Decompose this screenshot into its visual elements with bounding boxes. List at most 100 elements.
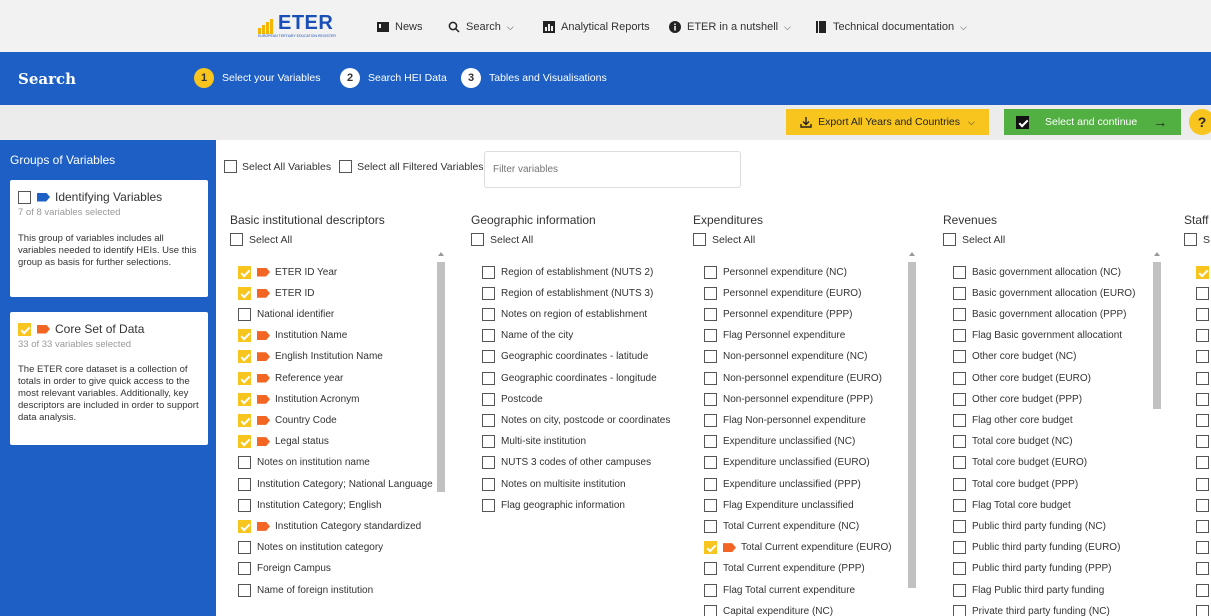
variable-item[interactable]: Expenditure unclassified (EURO) [704, 456, 870, 470]
variable-item[interactable]: Multi-site institution [482, 435, 586, 449]
variable-item[interactable]: Non-personnel expenditure (PPP) [704, 392, 873, 406]
variable-item[interactable]: Region of establishment (NUTS 3) [482, 286, 653, 300]
variable-checkbox[interactable] [704, 265, 717, 279]
variable-checkbox[interactable] [238, 477, 251, 491]
variable-item[interactable] [1196, 329, 1211, 343]
variable-item[interactable]: Notes on region of establishment [482, 307, 647, 321]
variable-item[interactable]: Flag Basic government allocationt [953, 329, 1122, 343]
variable-item[interactable]: Total Current expenditure (PPP) [704, 562, 865, 576]
variable-checkbox[interactable] [238, 371, 251, 385]
variable-checkbox[interactable] [1196, 604, 1209, 616]
variable-item[interactable]: Other core budget (NC) [953, 350, 1077, 364]
variable-item[interactable]: Institution Name [238, 329, 347, 343]
variable-checkbox[interactable] [482, 286, 495, 300]
variable-item[interactable]: Personnel expenditure (NC) [704, 265, 847, 279]
variable-item[interactable] [1196, 265, 1211, 279]
variable-item[interactable]: Notes on institution category [238, 541, 383, 555]
variable-checkbox[interactable] [704, 477, 717, 491]
eter-logo[interactable]: ETER EUROPEAN TERTIARY EDUCATION REGISTE… [258, 12, 336, 40]
variable-checkbox[interactable] [704, 350, 717, 364]
variable-checkbox[interactable] [238, 583, 251, 597]
select-all-checkbox[interactable] [693, 233, 706, 246]
variable-item[interactable] [1196, 562, 1211, 576]
step-select-variables[interactable]: 1 Select your Variables [194, 68, 320, 88]
variable-checkbox[interactable] [1196, 265, 1209, 279]
variable-item[interactable]: Flag Total current expenditure [704, 583, 855, 597]
variable-item[interactable] [1196, 307, 1211, 321]
variable-item[interactable]: Legal status [238, 435, 329, 449]
variable-checkbox[interactable] [704, 307, 717, 321]
variable-item[interactable] [1196, 413, 1211, 427]
variable-item[interactable]: Non-personnel expenditure (NC) [704, 350, 868, 364]
variable-checkbox[interactable] [238, 350, 251, 364]
scroll-up-icon[interactable] [909, 252, 915, 256]
variable-checkbox[interactable] [1196, 519, 1209, 533]
variable-item[interactable]: Flag Expenditure unclassified [704, 498, 854, 512]
variable-checkbox[interactable] [953, 371, 966, 385]
variable-checkbox[interactable] [953, 562, 966, 576]
variable-checkbox[interactable] [482, 350, 495, 364]
variable-checkbox[interactable] [704, 371, 717, 385]
variable-checkbox[interactable] [953, 286, 966, 300]
variable-checkbox[interactable] [953, 519, 966, 533]
variable-item[interactable]: Institution Category standardized [238, 519, 421, 533]
variable-item[interactable]: Personnel expenditure (EURO) [704, 286, 861, 300]
variable-item[interactable]: Flag geographic information [482, 498, 625, 512]
variable-checkbox[interactable] [482, 477, 495, 491]
variable-checkbox[interactable] [953, 583, 966, 597]
variable-checkbox[interactable] [1196, 498, 1209, 512]
variable-item[interactable]: Flag Non-personnel expenditure [704, 413, 866, 427]
variable-checkbox[interactable] [238, 286, 251, 300]
variable-item[interactable]: Flag Public third party funding [953, 583, 1104, 597]
variable-checkbox[interactable] [953, 541, 966, 555]
scroll-thumb[interactable] [1153, 262, 1161, 409]
select-all-row[interactable]: S [1184, 233, 1210, 246]
variable-checkbox[interactable] [704, 392, 717, 406]
select-and-continue-button[interactable]: Select and continue → [1004, 109, 1181, 135]
variable-checkbox[interactable] [1196, 435, 1209, 449]
variable-item[interactable]: Other core budget (EURO) [953, 371, 1091, 385]
variable-item[interactable]: Region of establishment (NUTS 2) [482, 265, 653, 279]
export-all-button[interactable]: Export All Years and Countries ⌵ [786, 109, 989, 135]
variable-checkbox[interactable] [704, 583, 717, 597]
variable-checkbox[interactable] [953, 413, 966, 427]
variable-item[interactable]: Flag Personnel expenditure [704, 329, 845, 343]
scrollbar[interactable] [907, 250, 917, 616]
variable-checkbox[interactable] [482, 435, 495, 449]
nav-analytical-reports[interactable]: Analytical Reports [543, 18, 650, 36]
scrollbar[interactable] [1152, 250, 1162, 616]
variable-item[interactable] [1196, 541, 1211, 555]
variable-item[interactable]: Notes on multisite institution [482, 477, 626, 491]
select-all-filtered-checkbox[interactable] [339, 160, 353, 173]
variable-checkbox[interactable] [704, 286, 717, 300]
variable-checkbox[interactable] [953, 604, 966, 616]
variable-item[interactable]: Total core budget (EURO) [953, 456, 1087, 470]
scroll-thumb[interactable] [437, 262, 445, 492]
variable-item[interactable]: Expenditure unclassified (NC) [704, 435, 855, 449]
variable-item[interactable]: Non-personnel expenditure (EURO) [704, 371, 882, 385]
variable-item[interactable] [1196, 435, 1211, 449]
group-checkbox[interactable] [18, 322, 31, 336]
variable-item[interactable]: Reference year [238, 371, 343, 385]
variable-item[interactable]: Postcode [482, 392, 543, 406]
variable-item[interactable]: Capital expenditure (NC) [704, 604, 833, 616]
variable-checkbox[interactable] [953, 265, 966, 279]
select-all-row[interactable]: Select All [471, 233, 533, 246]
select-all-row[interactable]: Select All [230, 233, 292, 246]
variable-checkbox[interactable] [704, 519, 717, 533]
variable-item[interactable]: NUTS 3 codes of other campuses [482, 456, 651, 470]
variable-checkbox[interactable] [1196, 392, 1209, 406]
variable-checkbox[interactable] [482, 498, 495, 512]
variable-item[interactable]: Geographic coordinates - latitude [482, 350, 648, 364]
variable-checkbox[interactable] [953, 329, 966, 343]
variable-checkbox[interactable] [238, 456, 251, 470]
variable-checkbox[interactable] [1196, 350, 1209, 364]
variable-item[interactable] [1196, 371, 1211, 385]
scroll-thumb[interactable] [908, 262, 916, 588]
variable-checkbox[interactable] [953, 477, 966, 491]
select-all-variables-checkbox[interactable] [224, 160, 237, 173]
help-button[interactable]: ? [1189, 109, 1211, 135]
variable-checkbox[interactable] [482, 392, 495, 406]
scroll-up-icon[interactable] [438, 252, 444, 256]
select-all-checkbox[interactable] [230, 233, 243, 246]
